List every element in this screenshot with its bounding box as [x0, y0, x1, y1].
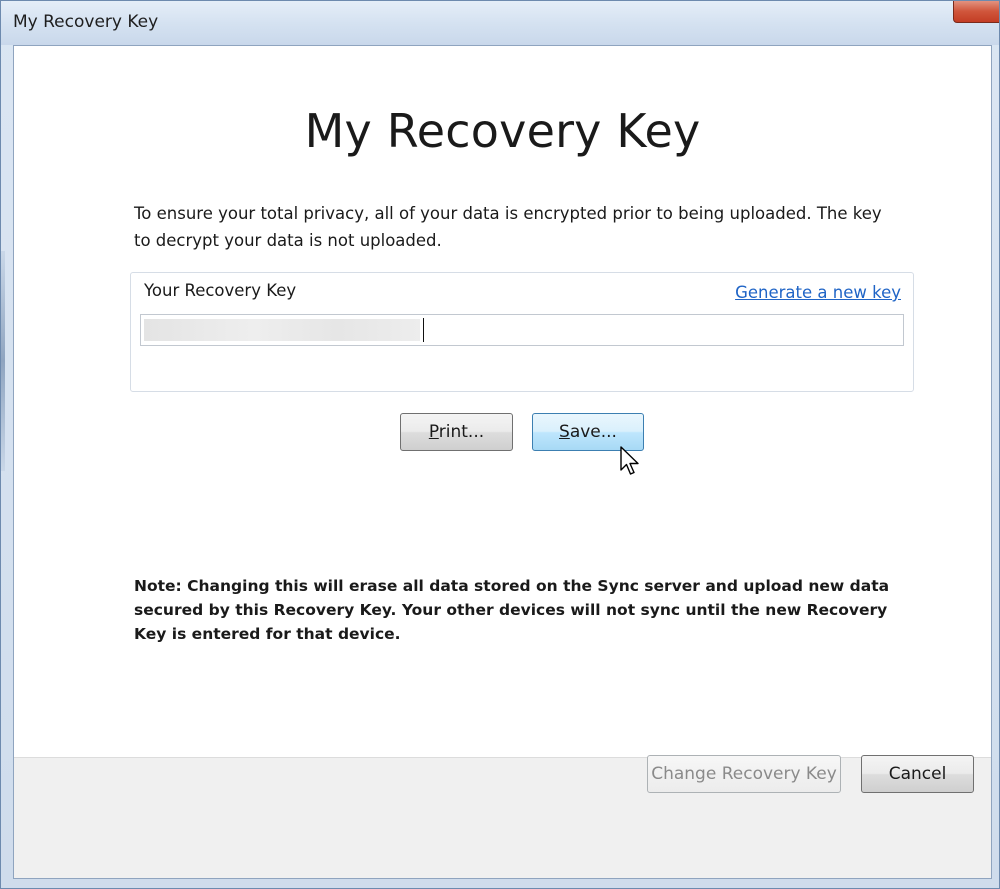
recovery-key-value-obscured	[144, 319, 420, 341]
cancel-button[interactable]: Cancel	[861, 755, 974, 793]
recovery-key-group: Your Recovery Key Generate a new key	[130, 272, 914, 392]
dialog-window: My Recovery Key My Recovery Key To ensur…	[0, 0, 1000, 889]
dialog-footer	[14, 757, 991, 878]
page-title: My Recovery Key	[304, 104, 701, 158]
generate-new-key-link[interactable]: Generate a new key	[735, 283, 901, 302]
window-title: My Recovery Key	[13, 12, 159, 32]
print-button-mnemonic: P	[428, 422, 439, 442]
dialog-content: My Recovery Key To ensure your total pri…	[13, 45, 992, 879]
window-edge-accent	[1, 251, 5, 471]
save-button-mnemonic: S	[559, 422, 570, 442]
print-button-label: rint...	[438, 422, 485, 442]
change-warning-note: Note: Changing this will erase all data …	[134, 577, 890, 643]
recovery-key-label: Your Recovery Key	[144, 281, 297, 300]
change-recovery-key-button[interactable]: Change Recovery Key	[647, 755, 841, 793]
print-button[interactable]: Print...	[400, 413, 513, 451]
close-button[interactable]	[953, 1, 999, 23]
recovery-key-field[interactable]	[140, 314, 904, 346]
privacy-description: To ensure your total privacy, all of you…	[134, 204, 882, 250]
title-bar[interactable]: My Recovery Key	[1, 1, 999, 45]
text-caret	[423, 318, 424, 342]
save-button-label: ave...	[569, 422, 617, 442]
mouse-pointer-icon	[620, 446, 639, 475]
